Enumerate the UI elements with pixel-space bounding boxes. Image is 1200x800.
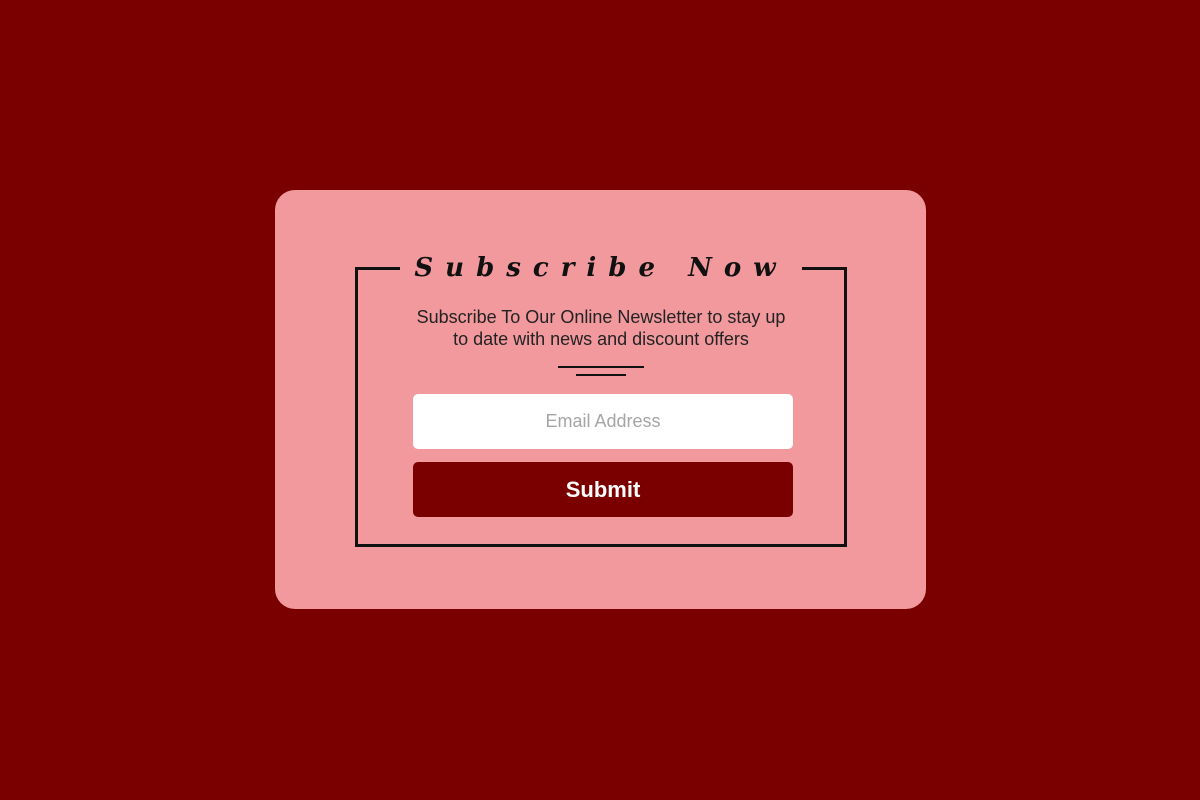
submit-button[interactable]: Submit bbox=[413, 462, 793, 517]
subscribe-card: Subscribe Now Subscribe To Our Online Ne… bbox=[275, 190, 926, 609]
title-wrap: Subscribe Now bbox=[358, 252, 844, 284]
subscribe-frame: Subscribe Now Subscribe To Our Online Ne… bbox=[355, 252, 847, 547]
email-field[interactable] bbox=[413, 394, 793, 449]
subscribe-title: Subscribe Now bbox=[400, 252, 802, 284]
subscribe-description: Subscribe To Our Online Newsletter to st… bbox=[416, 307, 786, 349]
divider bbox=[558, 366, 644, 378]
divider-line-top bbox=[558, 366, 644, 368]
divider-line-bottom bbox=[576, 374, 626, 376]
